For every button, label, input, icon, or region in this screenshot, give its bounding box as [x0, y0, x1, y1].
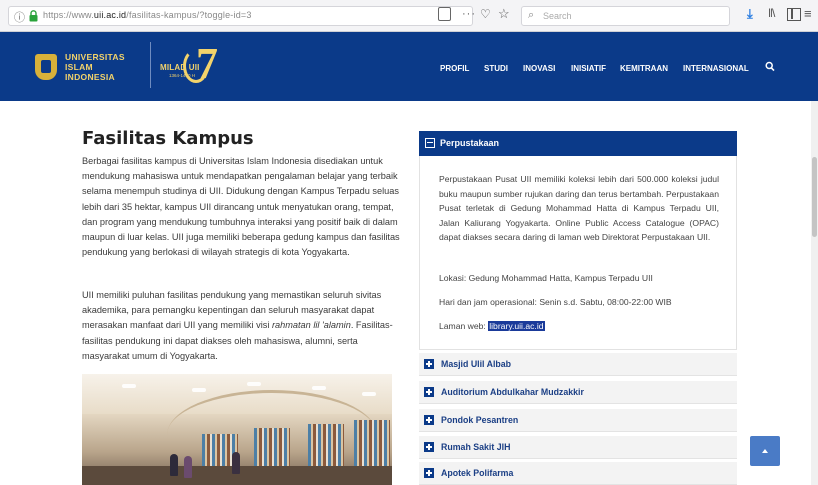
- facilities-paragraph: UII memiliki puluhan fasilitas pendukung…: [82, 288, 402, 364]
- collapse-icon: [425, 138, 435, 148]
- library-website-label: Laman web:: [439, 321, 489, 331]
- milad-label: MILAD UII: [160, 63, 200, 72]
- site-header: UNIVERSITAS ISLAM INDONESIA MILAD UII 13…: [0, 32, 818, 101]
- search-icon: ⌕: [528, 9, 535, 21]
- uii-crest-logo[interactable]: [35, 54, 57, 80]
- bookmark-star-icon[interactable]: ☆: [498, 6, 510, 22]
- accordion-title: Perpustakaan: [440, 138, 500, 148]
- nav-studi[interactable]: STUDI: [484, 64, 508, 73]
- page-actions-icon[interactable]: ···: [462, 8, 476, 20]
- accordion-item-label: Pondok Pesantren: [441, 415, 519, 425]
- accordion-item-auditorium[interactable]: Auditorium Abdulkahar Mudzakkir: [419, 381, 737, 404]
- library-description: Perpustakaan Pusat UII memiliki koleksi …: [439, 174, 719, 243]
- page-scrollbar[interactable]: [811, 101, 818, 485]
- nav-kemitraan[interactable]: KEMITRAAN: [620, 64, 668, 73]
- accordion-item-label: Rumah Sakit JIH: [441, 442, 511, 452]
- info-icon[interactable]: ⓘ: [14, 9, 25, 25]
- library-website-row: Laman web: library.uii.ac.id: [439, 319, 719, 334]
- accordion-item-label: Masjid Ulil Albab: [441, 359, 512, 369]
- milad-sublabel: 1364-1440 H: [169, 73, 196, 78]
- logo-line-2: ISLAM: [65, 62, 93, 72]
- lock-icon: [29, 10, 38, 22]
- page-title: Fasilitas Kampus: [82, 128, 254, 149]
- library-location: Lokasi: Gedung Mohammad Hatta, Kampus Te…: [439, 273, 653, 283]
- accordion-panel-perpustakaan: Perpustakaan Pusat UII memiliki koleksi …: [419, 156, 737, 350]
- library-hours: Hari dan jam operasional: Senin s.d. Sab…: [439, 297, 672, 307]
- sidebar-icon[interactable]: [787, 8, 801, 21]
- browser-search-input[interactable]: ⌕ Search: [521, 6, 730, 26]
- logo-line-3: INDONESIA: [65, 72, 115, 82]
- library-website-link[interactable]: library.uii.ac.id: [488, 321, 545, 331]
- back-to-top-button[interactable]: [750, 436, 780, 466]
- download-icon[interactable]: ⤓: [747, 6, 753, 22]
- reader-view-icon[interactable]: [438, 7, 451, 21]
- logo-divider: [150, 42, 151, 88]
- scrollbar-thumb[interactable]: [812, 157, 817, 237]
- library-icon[interactable]: ǁ\: [768, 6, 775, 20]
- logo-line-1: UNIVERSITAS: [65, 52, 125, 62]
- accordion-item-pondok[interactable]: Pondok Pesantren: [419, 409, 737, 432]
- expand-icon: [424, 415, 434, 425]
- uii-logo-text[interactable]: UNIVERSITAS ISLAM INDONESIA: [65, 52, 125, 82]
- accordion-item-rumah-sakit[interactable]: Rumah Sakit JIH: [419, 436, 737, 459]
- address-bar[interactable]: ⓘ https://www.uii.ac.id/fasilitas-kampus…: [8, 6, 473, 26]
- campus-library-photo: [82, 374, 392, 485]
- accordion-item-label: Auditorium Abdulkahar Mudzakkir: [441, 387, 584, 397]
- facilities-paragraph-emphasis: rahmatan lil 'alamin: [271, 320, 351, 331]
- accordion-header-perpustakaan[interactable]: Perpustakaan: [419, 131, 737, 156]
- expand-icon: [424, 387, 434, 397]
- accordion-item-apotek[interactable]: Apotek Polifarma: [419, 462, 737, 485]
- search-placeholder: Search: [543, 11, 572, 21]
- expand-icon: [424, 359, 434, 369]
- intro-paragraph: Berbagai fasilitas kampus di Universitas…: [82, 156, 400, 258]
- accordion-item-label: Apotek Polifarma: [441, 468, 514, 478]
- nav-profil[interactable]: PROFIL: [440, 64, 469, 73]
- browser-toolbar: ⓘ https://www.uii.ac.id/fasilitas-kampus…: [0, 0, 818, 32]
- milad-number: 7: [196, 39, 218, 88]
- hamburger-menu-icon[interactable]: ≡: [804, 6, 812, 21]
- pocket-icon[interactable]: ♡: [480, 7, 491, 21]
- url-text: https://www.uii.ac.id/fasilitas-kampus/?…: [43, 10, 252, 20]
- expand-icon: [424, 442, 434, 452]
- nav-search-icon[interactable]: [765, 60, 775, 74]
- nav-internasional[interactable]: INTERNASIONAL: [683, 64, 749, 73]
- nav-inovasi[interactable]: INOVASI: [523, 64, 555, 73]
- accordion-item-masjid[interactable]: Masjid Ulil Albab: [419, 353, 737, 376]
- expand-icon: [424, 468, 434, 478]
- nav-inisiatif[interactable]: INISIATIF: [571, 64, 606, 73]
